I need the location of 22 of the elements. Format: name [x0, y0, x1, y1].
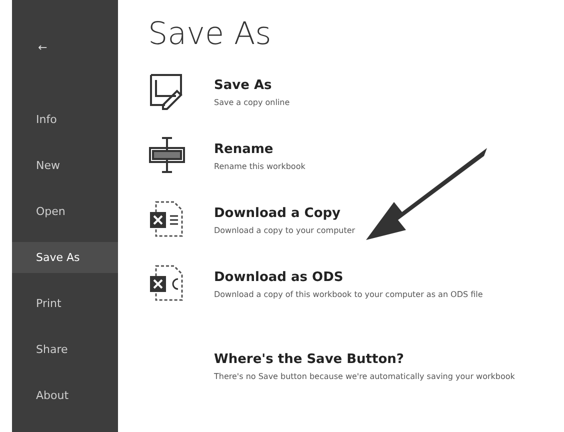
page-title: Save As: [148, 16, 272, 52]
option-description: Save a copy online: [214, 98, 290, 107]
option-title[interactable]: Where's the Save Button?: [214, 352, 515, 367]
option-description: Download a copy of this workbook to your computer as an ODS file: [214, 290, 483, 299]
sidebar-item[interactable]: About: [12, 380, 118, 411]
option-description: There's no Save button because we're automatically saving your workbook: [214, 372, 515, 381]
sidebar-item[interactable]: Info: [12, 104, 118, 135]
option-description: Rename this workbook: [214, 162, 306, 171]
option-title[interactable]: Download a Copy: [214, 206, 356, 221]
sidebar-item[interactable]: Print: [12, 288, 118, 319]
sidebar-item[interactable]: Share: [12, 334, 118, 365]
back-button[interactable]: ←: [38, 41, 48, 54]
sidebar-item[interactable]: New: [12, 150, 118, 181]
sidebar-item[interactable]: Save As: [12, 242, 118, 273]
option-description: Download a copy to your computer: [214, 226, 356, 235]
rename-icon: [148, 136, 186, 174]
option-title[interactable]: Rename: [214, 142, 306, 157]
option-title[interactable]: Download as ODS: [214, 270, 483, 285]
excel-file-icon: [148, 264, 186, 302]
option-title[interactable]: Save As: [214, 78, 290, 93]
excel-file-icon: [148, 200, 186, 238]
sidebar-item[interactable]: Open: [12, 196, 118, 227]
